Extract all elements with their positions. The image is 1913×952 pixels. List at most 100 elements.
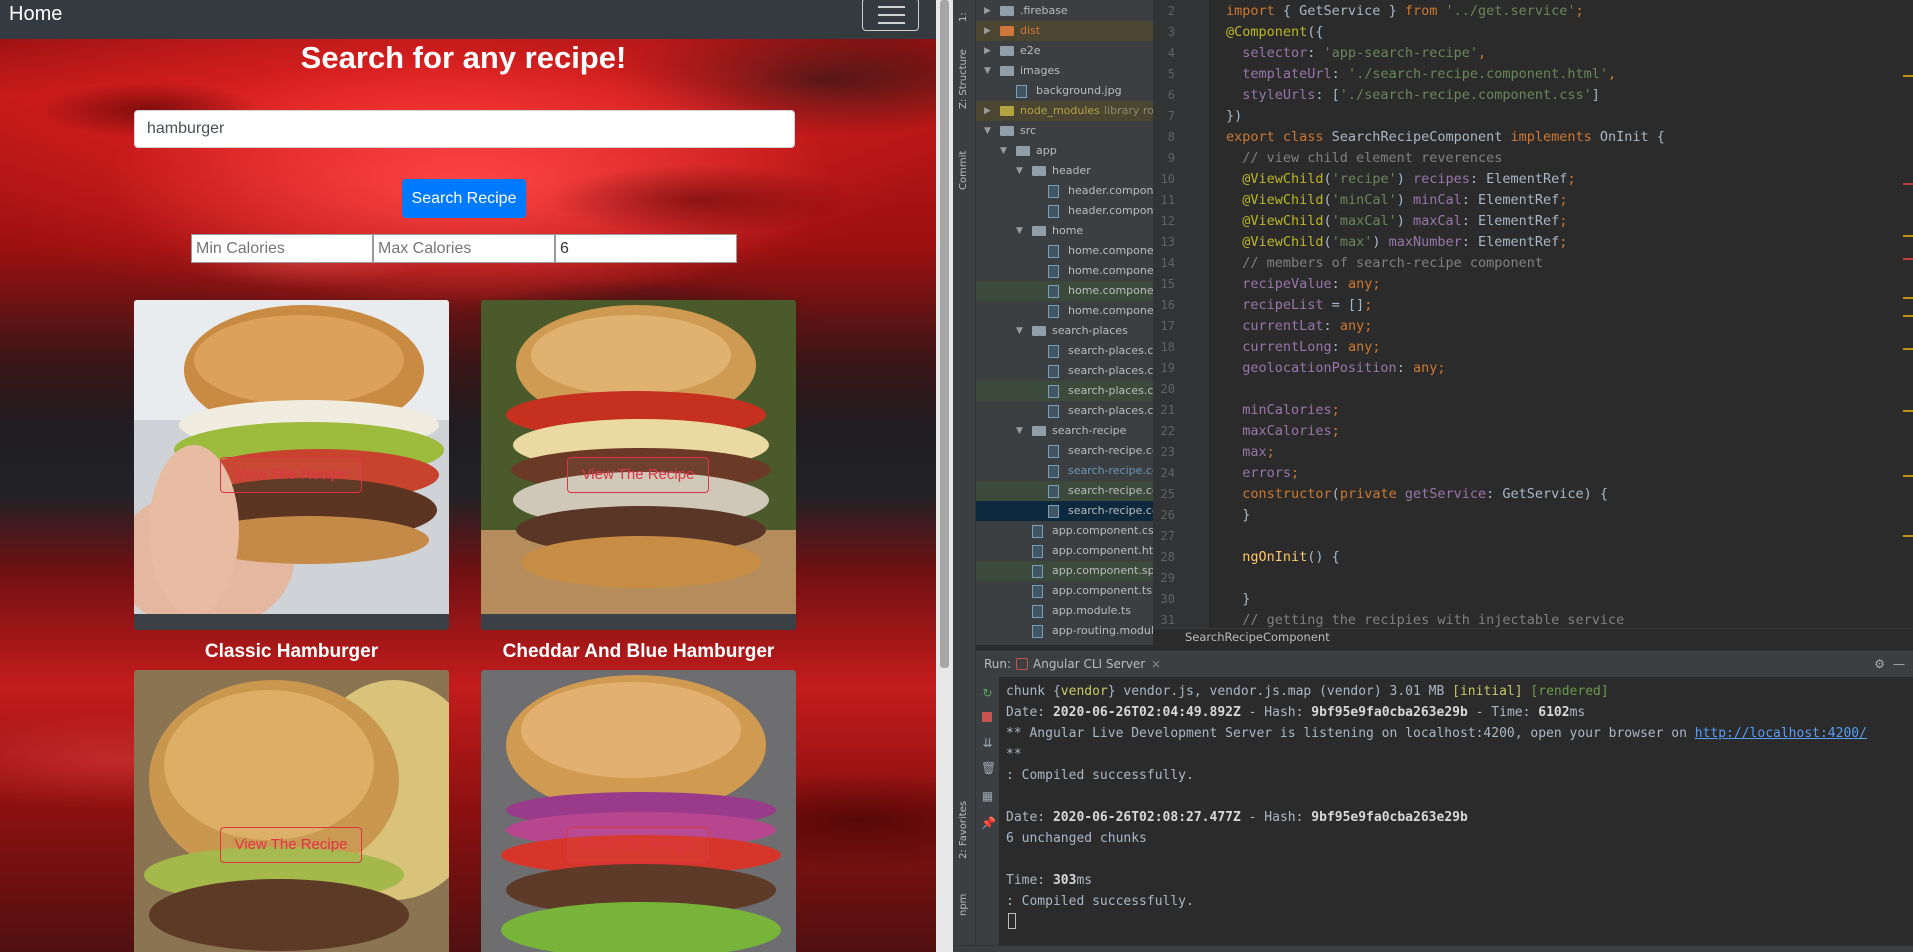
view-recipe-button[interactable]: View The Recipe: [567, 827, 709, 863]
warning-marker[interactable]: [1903, 410, 1913, 412]
view-recipe-button[interactable]: View The Recipe: [567, 457, 709, 493]
tree-folder[interactable]: ▶ .firebase: [976, 1, 1153, 21]
tree-folder[interactable]: ▼ search-places: [976, 321, 1153, 341]
favorites-tool-tab[interactable]: 2: Favorites: [955, 795, 973, 865]
tree-folder[interactable]: ▼ search-recipe: [976, 421, 1153, 441]
tree-folder[interactable]: ▼ header: [976, 161, 1153, 181]
file-icon: [1048, 265, 1059, 278]
editor-breadcrumb[interactable]: SearchRecipeComponent: [1153, 628, 1913, 645]
commit-tool-tab[interactable]: Commit: [955, 145, 973, 195]
navbar-toggler-button[interactable]: [862, 0, 919, 31]
tree-file[interactable]: search-places.component.ts: [976, 401, 1153, 421]
trash-icon[interactable]: 🗑: [981, 762, 996, 775]
max-calories-input[interactable]: Max Calories: [373, 234, 555, 263]
warning-marker[interactable]: [1903, 535, 1913, 537]
tree-file[interactable]: header.component.html: [976, 181, 1153, 201]
stop-icon[interactable]: [982, 712, 992, 722]
tree-file[interactable]: app-routing.module.ts: [976, 621, 1153, 641]
scroll-to-end-icon[interactable]: ⇊: [981, 737, 994, 750]
expand-arrow-down-icon[interactable]: ▼: [984, 61, 991, 81]
tree-file[interactable]: search-recipe.component.spec.ts: [976, 481, 1153, 501]
localhost-link[interactable]: http://localhost:4200/: [1695, 726, 1867, 741]
code-text: ngOnInit() {: [1226, 549, 1340, 565]
warning-marker[interactable]: [1903, 75, 1913, 77]
tree-file[interactable]: search-recipe.component.css: [976, 441, 1153, 461]
tree-file[interactable]: search-recipe.component.html: [976, 461, 1153, 481]
expand-arrow-down-icon[interactable]: ▼: [1016, 161, 1023, 181]
project-tool-tab[interactable]: 1: Project: [955, 0, 987, 32]
expand-arrow-down-icon[interactable]: ▼: [1016, 221, 1023, 241]
tree-file[interactable]: home.component.css: [976, 241, 1153, 261]
editor-error-stripe[interactable]: [1899, 0, 1913, 628]
navbar-brand[interactable]: Home: [9, 2, 62, 26]
tree-file[interactable]: header.component.ts: [976, 201, 1153, 221]
console-output[interactable]: chunk {vendor} vendor.js, vendor.js.map …: [1006, 681, 1906, 912]
structure-tool-tab[interactable]: Z: Structure: [955, 45, 973, 113]
expand-arrow-right-icon[interactable]: ▶: [984, 41, 991, 61]
error-marker[interactable]: [1903, 258, 1913, 260]
expand-arrow-right-icon[interactable]: ▶: [984, 1, 991, 21]
file-icon: [1032, 565, 1043, 578]
view-recipe-button[interactable]: View The Recipe: [220, 457, 362, 493]
expand-arrow-right-icon[interactable]: ▶: [984, 101, 991, 121]
tree-file[interactable]: home.component.spec.ts: [976, 281, 1153, 301]
warning-marker[interactable]: [1903, 475, 1913, 477]
expand-arrow-down-icon[interactable]: ▼: [1000, 141, 1007, 161]
tree-file[interactable]: background.jpg: [976, 81, 1153, 101]
tree-file[interactable]: search-places.component.css: [976, 341, 1153, 361]
warning-marker[interactable]: [1903, 235, 1913, 237]
tree-file[interactable]: app.component.css: [976, 521, 1153, 541]
file-icon: [1032, 625, 1043, 638]
max-number-input[interactable]: 6: [555, 234, 737, 263]
tree-folder[interactable]: ▼ src: [976, 121, 1153, 141]
file-icon: [1048, 285, 1059, 298]
tree-file[interactable]: app.component.html: [976, 541, 1153, 561]
rerun-icon[interactable]: ↻: [981, 687, 994, 700]
code-editor[interactable]: 2 import { GetService } from '../get.serv…: [1153, 0, 1913, 628]
pin-icon[interactable]: 📌: [981, 817, 996, 830]
scrollbar-thumb[interactable]: [940, 0, 949, 668]
tree-file[interactable]: home.component.ts: [976, 301, 1153, 321]
recipe-search-input[interactable]: hamburger: [134, 110, 795, 148]
browser-scrollbar[interactable]: [936, 0, 953, 952]
warning-marker[interactable]: [1903, 348, 1913, 350]
npm-tool-tab[interactable]: npm: [955, 890, 973, 920]
expand-arrow-down-icon[interactable]: ▼: [1016, 421, 1023, 441]
tree-folder[interactable]: ▶ dist: [976, 21, 1153, 41]
console-line: **: [1006, 747, 1022, 762]
tree-folder[interactable]: ▼ app: [976, 141, 1153, 161]
tree-file[interactable]: search-places.component.html: [976, 361, 1153, 381]
tree-file[interactable]: app.module.ts: [976, 601, 1153, 621]
tree-file[interactable]: search-recipe.component.ts: [976, 501, 1153, 521]
warning-marker[interactable]: [1903, 315, 1913, 317]
tree-file[interactable]: app.component.spec.ts: [976, 561, 1153, 581]
layout-icon[interactable]: ▦: [981, 790, 994, 803]
gear-icon[interactable]: ⚙: [1874, 651, 1885, 677]
run-config-tab[interactable]: Angular CLI Server: [1033, 651, 1145, 677]
search-recipe-button[interactable]: Search Recipe: [402, 179, 526, 218]
tree-file[interactable]: home.component.html: [976, 261, 1153, 281]
code-line: 20: [1153, 379, 1913, 400]
min-calories-input[interactable]: Min Calories: [191, 234, 373, 263]
code-line: 25 constructor(private getService: GetSe…: [1153, 484, 1913, 505]
tree-folder[interactable]: ▼ home: [976, 221, 1153, 241]
error-marker[interactable]: [1903, 183, 1913, 185]
close-tab-icon[interactable]: ×: [1151, 651, 1161, 677]
minimize-icon[interactable]: —: [1893, 651, 1905, 677]
code-text: geolocationPosition: any;: [1226, 360, 1446, 376]
tree-folder[interactable]: ▶ node_modules library root: [976, 101, 1153, 121]
tree-file[interactable]: app.component.ts: [976, 581, 1153, 601]
warning-marker[interactable]: [1903, 297, 1913, 299]
expand-arrow-right-icon[interactable]: ▶: [984, 21, 991, 41]
code-text: currentLat: any;: [1226, 318, 1373, 334]
tree-folder[interactable]: ▼ images: [976, 61, 1153, 81]
tree-item-label: background.jpg: [1036, 84, 1122, 97]
code-line: 2 import { GetService } from '../get.serv…: [1153, 1, 1913, 22]
view-recipe-button[interactable]: View The Recipe: [220, 827, 362, 863]
tree-file[interactable]: search-places.component.spec.ts: [976, 381, 1153, 401]
tree-folder[interactable]: ▶ e2e: [976, 41, 1153, 61]
line-number: 23: [1160, 445, 1175, 459]
expand-arrow-down-icon[interactable]: ▼: [984, 121, 991, 141]
expand-arrow-down-icon[interactable]: ▼: [1016, 321, 1023, 341]
code-line: 22 maxCalories;: [1153, 421, 1913, 442]
